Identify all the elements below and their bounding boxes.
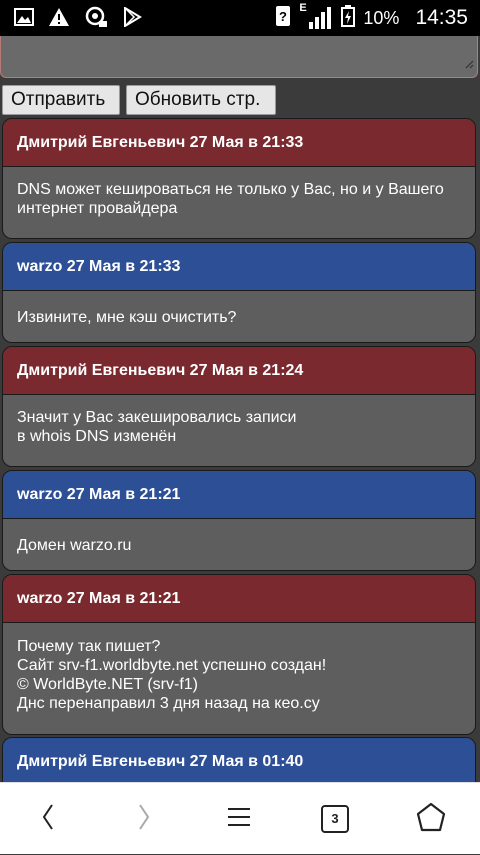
menu-button[interactable] bbox=[211, 783, 267, 855]
message-line: Значит у Вас закешировались записи bbox=[17, 409, 297, 426]
message-card: Дмитрий Евгеньевич 27 Мая в 21:33 DNS мо… bbox=[2, 118, 476, 239]
home-button[interactable] bbox=[403, 783, 459, 855]
message-card: warzo 27 Мая в 21:21 Домен warzo.ru bbox=[2, 470, 476, 571]
back-button[interactable] bbox=[20, 783, 76, 855]
message-line: Сайт srv-f1.worldbyte.net успешно создан… bbox=[17, 657, 327, 674]
refresh-page-button[interactable]: Обновить стр. bbox=[126, 85, 276, 115]
warning-icon bbox=[48, 7, 70, 27]
message-header: warzo 27 Мая в 21:21 bbox=[3, 575, 475, 623]
browser-nav-bar: 3 bbox=[0, 782, 480, 854]
message-body: Значит у Вас закешировались записи в who… bbox=[3, 395, 475, 466]
message-input[interactable] bbox=[0, 36, 478, 78]
message-card: Дмитрий Евгеньевич 27 Мая в 21:24 Значит… bbox=[2, 346, 476, 467]
message-body: Извините, мне кэш очистить? bbox=[3, 291, 475, 342]
message-header: warzo 27 Мая в 21:21 bbox=[3, 471, 475, 519]
message-body: DNS может кешироваться не только у Вас, … bbox=[3, 167, 475, 238]
status-bar: ? E 10% 14:35 bbox=[0, 0, 480, 36]
play-store-icon bbox=[122, 7, 142, 27]
tabs-icon: 3 bbox=[321, 805, 349, 833]
home-icon bbox=[416, 802, 446, 837]
battery-percent: 10% bbox=[363, 7, 400, 28]
forward-icon bbox=[137, 803, 151, 836]
message-line: в whois DNS изменён bbox=[17, 428, 177, 445]
message-body: Домен warzo.ru bbox=[3, 519, 475, 570]
message-line: интернет провайдера bbox=[17, 200, 178, 217]
message-header: Дмитрий Евгеньевич 27 Мая в 01:40 bbox=[3, 738, 475, 782]
message-header: warzo 27 Мая в 21:33 bbox=[3, 243, 475, 291]
message-line: Днс перенаправил 3 дня назад на кео.су bbox=[17, 695, 320, 712]
resize-grip-icon[interactable] bbox=[464, 56, 474, 74]
battery-icon bbox=[341, 4, 356, 32]
message-header: Дмитрий Евгеньевич 27 Мая в 21:24 bbox=[3, 347, 475, 395]
message-line: Домен warzo.ru bbox=[17, 537, 132, 554]
back-icon bbox=[41, 803, 55, 836]
message-line: DNS может кешироваться не только у Вас, … bbox=[17, 181, 444, 198]
menu-icon bbox=[227, 805, 251, 834]
page-content: Отправить Обновить стр. Дмитрий Евгеньев… bbox=[0, 36, 480, 782]
message-line: Извините, мне кэш очистить? bbox=[17, 309, 237, 326]
message-card: warzo 27 Мая в 21:33 Извините, мне кэш о… bbox=[2, 242, 476, 343]
message-line: © WorldByte.NET (srv-f1) bbox=[17, 676, 198, 693]
media-icon bbox=[84, 6, 108, 28]
forward-button[interactable] bbox=[116, 783, 172, 855]
message-card: warzo 27 Мая в 21:21 Почему так пишет? С… bbox=[2, 574, 476, 735]
message-line: Почему так пишет? bbox=[17, 638, 161, 655]
signal-icon: E bbox=[299, 2, 333, 30]
svg-text:?: ? bbox=[279, 9, 287, 24]
nfc-icon: ? bbox=[275, 5, 291, 32]
message-body: Почему так пишет? Сайт srv-f1.worldbyte.… bbox=[3, 623, 475, 734]
clock: 14:35 bbox=[415, 6, 468, 29]
send-button[interactable]: Отправить bbox=[2, 85, 120, 115]
tabs-button[interactable]: 3 bbox=[307, 783, 363, 855]
message-card: Дмитрий Евгеньевич 27 Мая в 01:40 bbox=[2, 737, 476, 782]
message-header: Дмитрий Евгеньевич 27 Мая в 21:33 bbox=[3, 119, 475, 167]
image-icon bbox=[14, 7, 34, 27]
